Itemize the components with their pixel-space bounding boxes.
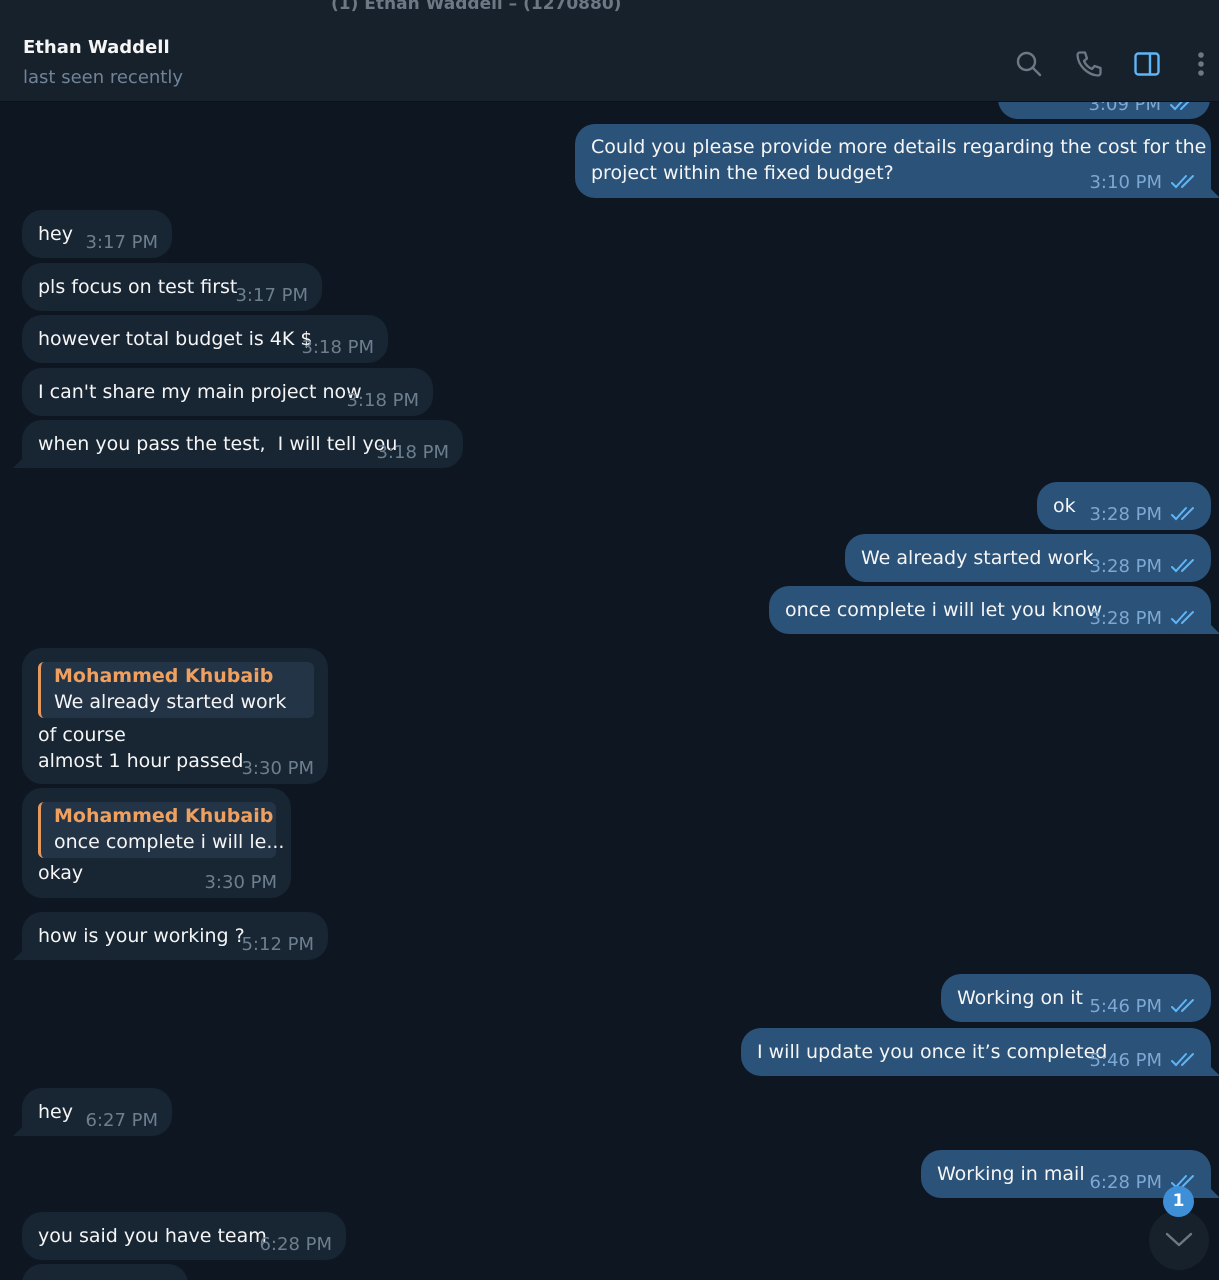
double-check-icon — [1171, 506, 1199, 522]
double-check-icon — [1171, 1052, 1199, 1068]
message-text: when you pass the test, I will tell you — [38, 433, 398, 455]
message-time: 3:28 PM — [1089, 504, 1162, 525]
message-text: Working in mail — [937, 1163, 1085, 1185]
message-incoming[interactable]: however total budget is 4K $ 3:18 PM — [22, 315, 388, 363]
message-incoming[interactable]: when you pass the test, I will tell you … — [22, 420, 463, 468]
message-text: hey — [38, 1101, 73, 1123]
reply-author: Mohammed Khubaib — [54, 805, 274, 827]
message-text: however total budget is 4K $ — [38, 328, 313, 350]
reply-quote[interactable]: Mohammed Khubaib once complete i will le… — [38, 802, 284, 858]
message-incoming[interactable] — [22, 1264, 188, 1280]
phone-icon[interactable] — [1074, 49, 1104, 79]
message-incoming[interactable]: you said you have team 6:28 PM — [22, 1212, 346, 1260]
unread-badge[interactable]: 1 — [1163, 1186, 1194, 1217]
message-text: hey — [38, 223, 73, 245]
chat-header: Ethan Waddell last seen recently — [0, 23, 1219, 102]
window-titlebar: (1) Ethan Waddell – (1270880) — [0, 0, 1219, 23]
message-time: 6:28 PM — [1089, 1172, 1162, 1193]
message-text: okay — [38, 862, 84, 884]
reply-text: once complete i will le... — [54, 831, 285, 853]
message-outgoing[interactable]: once complete i will let you know 3:28 P… — [769, 586, 1211, 634]
peer-status: last seen recently — [23, 67, 184, 88]
message-time: 3:18 PM — [346, 390, 419, 411]
message-text: once complete i will let you know — [785, 599, 1102, 621]
message-incoming-reply[interactable]: Mohammed Khubaib We already started work… — [22, 648, 328, 784]
double-check-icon — [1170, 102, 1198, 112]
message-outgoing[interactable]: I will update you once it’s completed 5:… — [741, 1028, 1211, 1076]
message-outgoing[interactable]: Working on it 5:46 PM — [941, 974, 1211, 1022]
message-outgoing[interactable]: We already started work 3:28 PM — [845, 534, 1211, 582]
message-outgoing[interactable]: ok 3:28 PM — [1037, 482, 1211, 530]
message-time: 3:18 PM — [376, 442, 449, 463]
message-text: We already started work — [861, 547, 1094, 569]
message-time: 3:10 PM — [1089, 172, 1162, 193]
message-time: 3:17 PM — [85, 232, 158, 253]
message-time: 3:28 PM — [1089, 608, 1162, 629]
double-check-icon — [1171, 610, 1199, 626]
message-outgoing[interactable]: 3:09 PM — [998, 102, 1210, 119]
window-title: (1) Ethan Waddell – (1270880) — [331, 0, 622, 14]
message-time: 3:28 PM — [1089, 556, 1162, 577]
message-text: Could you please provide more details re… — [591, 136, 1207, 158]
message-incoming-reply[interactable]: Mohammed Khubaib once complete i will le… — [22, 788, 291, 898]
message-time: 5:12 PM — [241, 934, 314, 955]
message-time: 6:28 PM — [259, 1234, 332, 1255]
chevron-down-icon — [1165, 1232, 1193, 1247]
message-text: I can't share my main project now — [38, 381, 362, 403]
message-text: of course — [38, 724, 126, 746]
message-text: almost 1 hour passed — [38, 750, 244, 772]
message-incoming[interactable]: hey 3:17 PM — [22, 210, 172, 258]
message-incoming[interactable]: pls focus on test first 3:17 PM — [22, 263, 322, 311]
more-vert-icon[interactable] — [1186, 49, 1214, 79]
reply-text: We already started work — [54, 691, 287, 713]
double-check-icon — [1171, 174, 1199, 190]
reply-quote[interactable]: Mohammed Khubaib We already started work — [38, 662, 314, 718]
message-time: 3:30 PM — [241, 758, 314, 779]
reply-author: Mohammed Khubaib — [54, 665, 274, 687]
message-time: 3:30 PM — [204, 872, 277, 893]
message-incoming[interactable]: I can't share my main project now 3:18 P… — [22, 368, 433, 416]
message-list[interactable]: 3:09 PM Could you please provide more de… — [0, 102, 1219, 1280]
message-time: 6:27 PM — [85, 1110, 158, 1131]
double-check-icon — [1171, 558, 1199, 574]
message-text: how is your working ? — [38, 925, 245, 947]
message-text: you said you have team — [38, 1225, 267, 1247]
message-text: pls focus on test first — [38, 276, 238, 298]
peer-name[interactable]: Ethan Waddell — [23, 37, 170, 58]
message-text: ok — [1053, 495, 1076, 517]
message-text: Working on it — [957, 987, 1083, 1009]
scroll-to-bottom-button[interactable] — [1149, 1210, 1209, 1270]
message-text: I will update you once it’s completed — [757, 1041, 1108, 1063]
message-incoming[interactable]: hey 6:27 PM — [22, 1088, 172, 1136]
message-time: 5:46 PM — [1089, 996, 1162, 1017]
message-time: 3:18 PM — [301, 337, 374, 358]
search-icon[interactable] — [1014, 49, 1044, 79]
message-time: 5:46 PM — [1089, 1050, 1162, 1071]
sidebar-toggle-icon[interactable] — [1132, 49, 1162, 79]
message-time: 3:17 PM — [235, 285, 308, 306]
message-time: 3:09 PM — [1088, 102, 1161, 115]
double-check-icon — [1171, 998, 1199, 1014]
message-incoming[interactable]: how is your working ? 5:12 PM — [22, 912, 328, 960]
message-outgoing[interactable]: Could you please provide more details re… — [575, 124, 1211, 198]
